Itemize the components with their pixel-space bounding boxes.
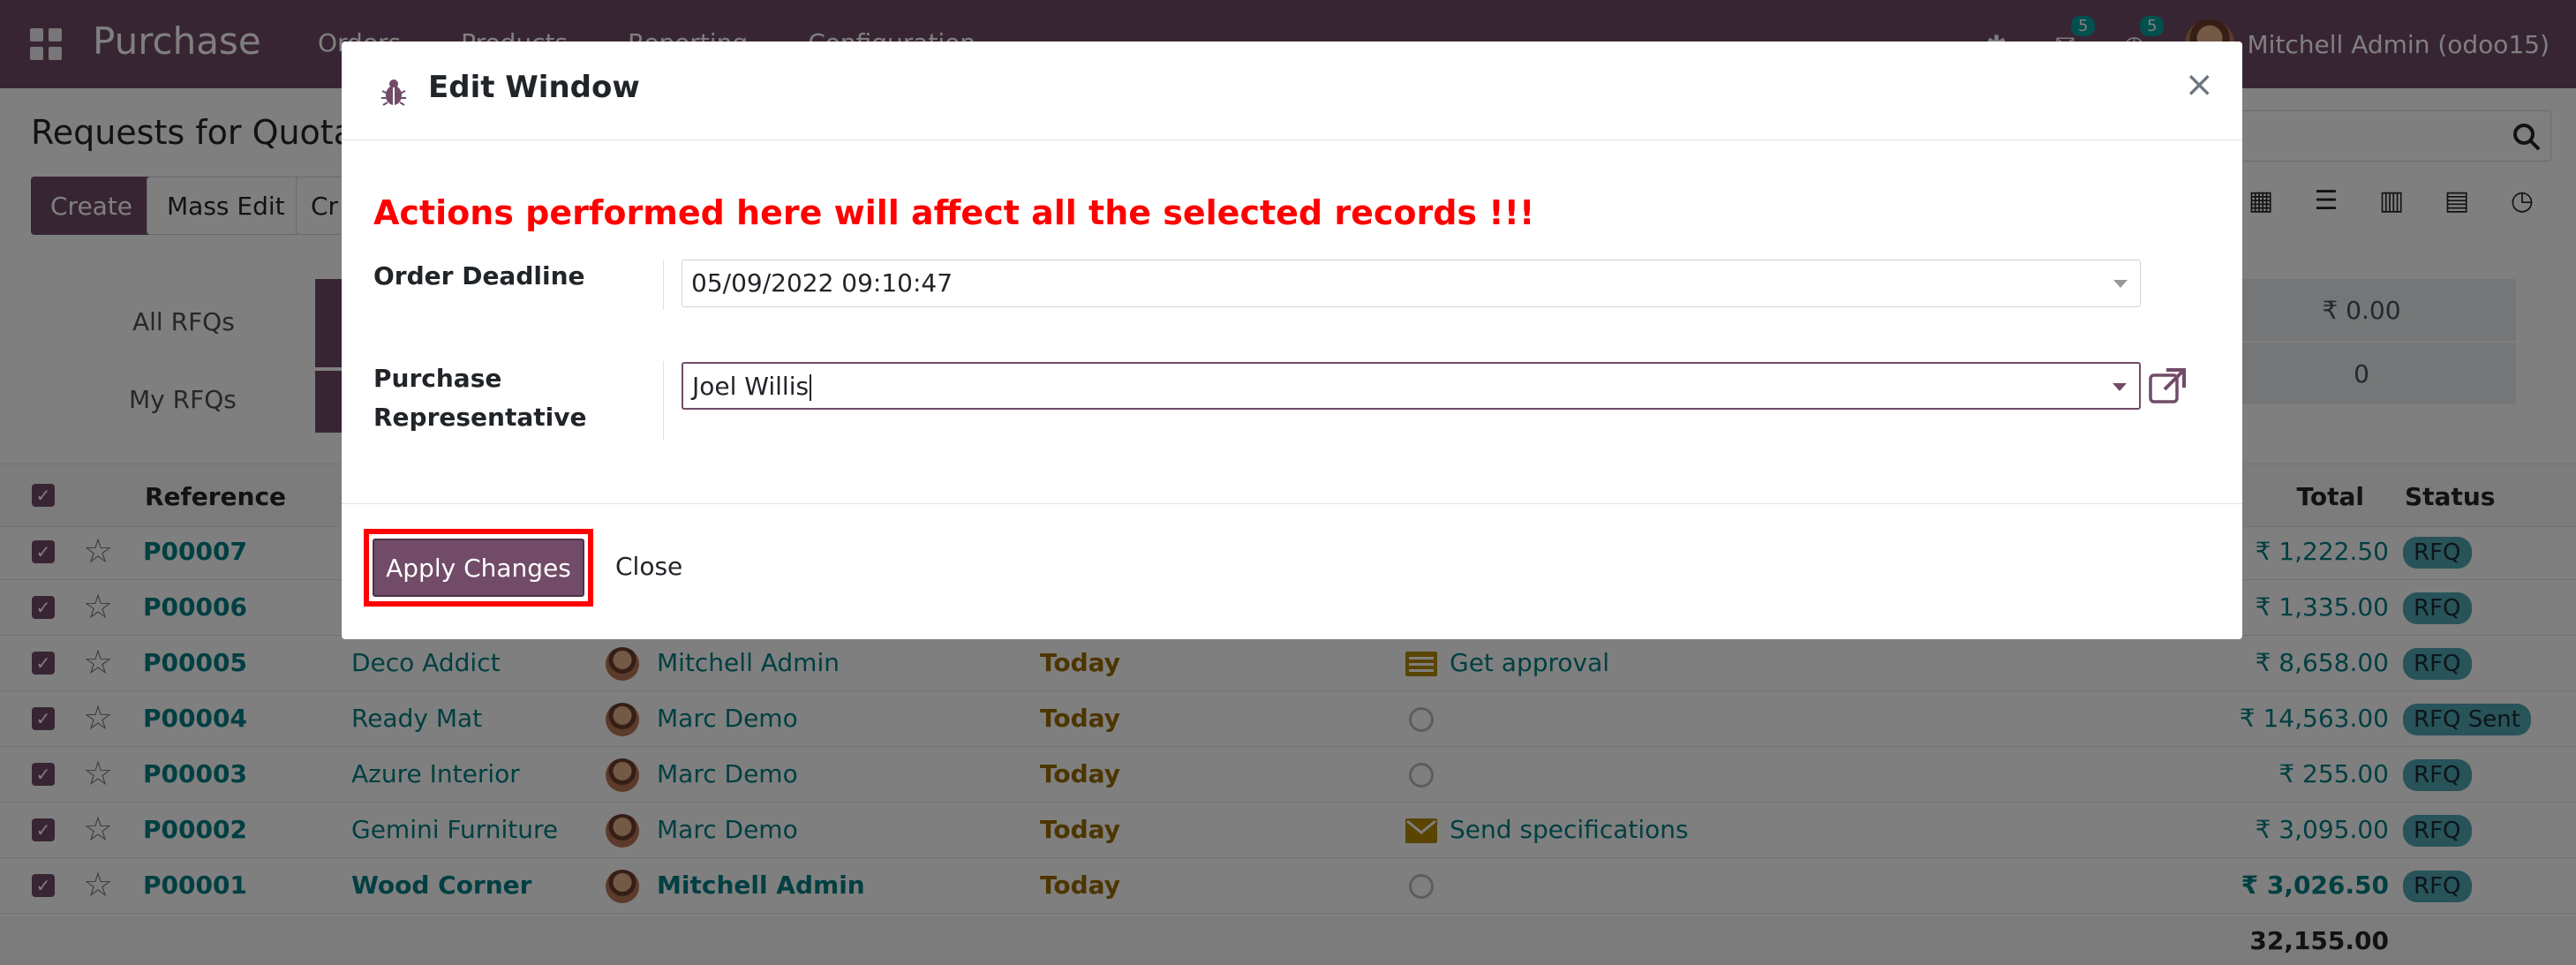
text-cursor [810,374,812,401]
purchase-representative-field[interactable]: Joel Willis [682,362,2141,410]
purchase-representative-label: Purchase Representative [373,359,587,437]
edit-window-dialog: Edit Window × Actions performed here wil… [342,41,2242,639]
chevron-down-icon[interactable] [2113,383,2127,391]
close-icon[interactable]: × [2184,64,2214,105]
field-divider [663,361,664,441]
order-deadline-value: 05/09/2022 09:10:47 [691,268,953,298]
purchase-rep-value: Joel Willis [692,372,810,401]
order-deadline-label: Order Deadline [373,261,585,290]
warning-message: Actions performed here will affect all t… [373,193,1535,232]
close-button[interactable]: Close [615,552,682,581]
purchase-rep-label-line2: Representative [373,403,587,432]
field-divider [663,260,664,310]
apply-changes-button[interactable]: Apply Changes [373,539,584,597]
chevron-down-icon[interactable] [2113,280,2128,288]
purchase-rep-label-line1: Purchase [373,364,502,393]
bug-icon [381,79,406,106]
modal-footer-divider [342,503,2242,504]
modal-header: Edit Window × [342,41,2242,140]
order-deadline-field[interactable]: 05/09/2022 09:10:47 [682,260,2141,307]
external-link-icon[interactable] [2147,366,2188,407]
modal-title: Edit Window [428,70,640,105]
